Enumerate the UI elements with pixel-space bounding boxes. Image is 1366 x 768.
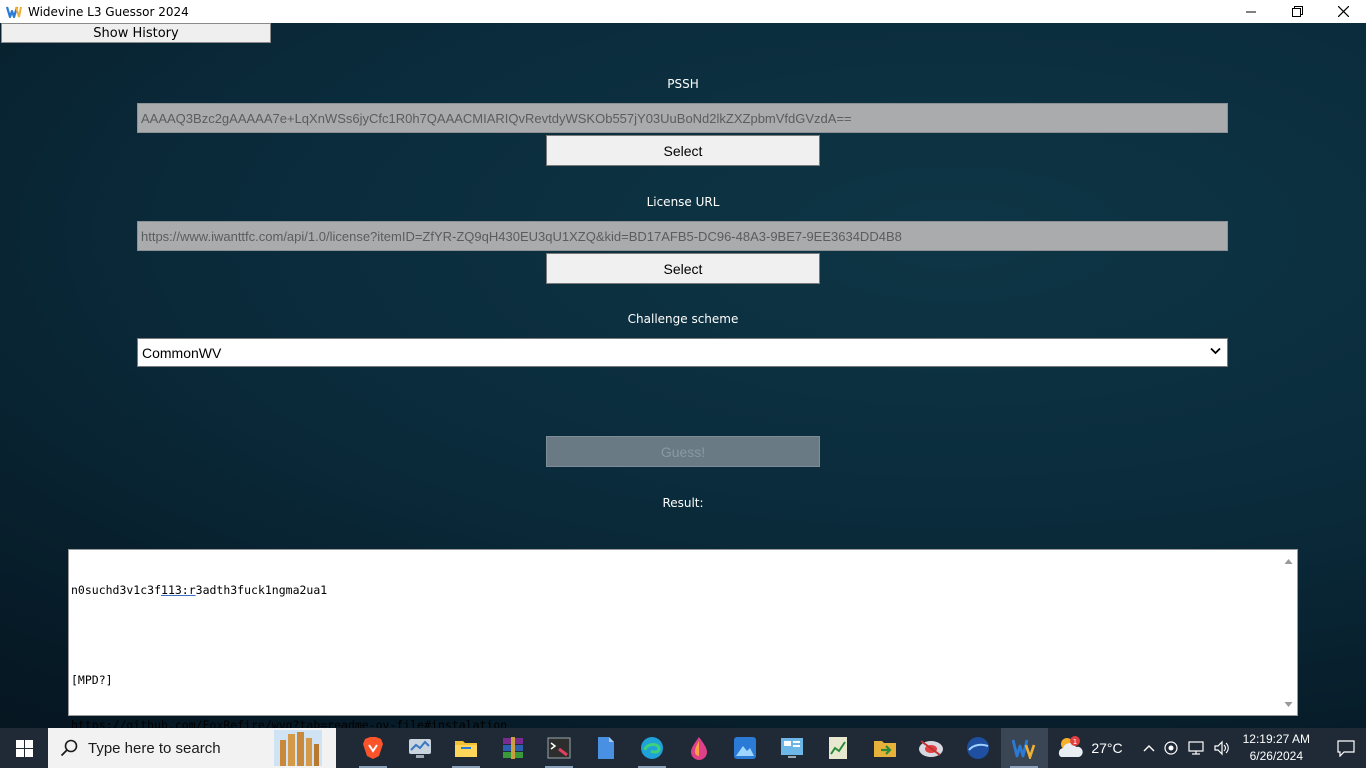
search-icon [60, 739, 78, 757]
result-text-underlined: 113:r [161, 583, 196, 597]
taskbar-app-terminal[interactable] [536, 728, 583, 768]
taskbar: Type here to search 1 27°C 12:19:27 AM 6… [0, 728, 1366, 768]
taskbar-app-spreadsheet[interactable] [815, 728, 862, 768]
taskbar-app-control-panel[interactable] [769, 728, 816, 768]
terminal-icon [547, 737, 571, 759]
close-icon [1337, 6, 1349, 17]
window-controls [1228, 0, 1366, 23]
winrar-icon [502, 737, 523, 759]
result-text-part: n0suchd3v1c3f [71, 583, 162, 597]
disk-tool-icon [919, 740, 944, 757]
widevine-guessor-icon [1012, 739, 1036, 759]
scroll-up-arrow-icon[interactable] [1284, 557, 1293, 566]
edge-browser-icon [641, 737, 664, 759]
widevine-app-icon [6, 6, 22, 18]
challenge-scheme-value: CommonWV [142, 344, 222, 361]
minimize-icon [1246, 11, 1256, 12]
speaker-icon[interactable] [1213, 740, 1231, 756]
weather-badge: 1 [1073, 738, 1077, 746]
result-label: Result: [662, 496, 704, 510]
result-textarea[interactable]: n0suchd3v1c3f113:r3adth3fuck1ngma2ua1 [M… [68, 549, 1298, 728]
challenge-scheme-select[interactable]: CommonWV [137, 338, 1228, 367]
taskbar-app-widevine-guessor[interactable] [1001, 728, 1048, 768]
meet-camera-icon[interactable] [1163, 740, 1179, 756]
taskbar-clock[interactable]: 12:19:27 AM 6/26/2024 [1243, 731, 1310, 765]
result-content: n0suchd3v1c3f113:r3adth3fuck1ngma2ua1 [M… [71, 553, 507, 728]
taskbar-app-disk-tool[interactable] [908, 728, 955, 768]
globe-icon [966, 737, 989, 759]
taskbar-app-winrar[interactable] [490, 728, 537, 768]
chevron-up-icon[interactable] [1143, 744, 1155, 752]
result-line: [MPD?] [71, 673, 113, 687]
restore-icon [1291, 6, 1303, 17]
scroll-down-arrow-icon[interactable] [1284, 700, 1293, 709]
chevron-down-icon [1210, 347, 1221, 355]
taskbar-apps [350, 728, 1048, 768]
pssh-select-button[interactable]: Select [546, 135, 820, 166]
taskbar-app-globe[interactable] [955, 728, 1002, 768]
photos-icon [734, 737, 757, 759]
taskbar-app-monitor[interactable] [397, 728, 444, 768]
search-highlight-icon [274, 730, 322, 766]
taskbar-app-document[interactable] [583, 728, 630, 768]
clock-date: 6/26/2024 [1249, 749, 1303, 763]
result-line: https://github.com/FoxRefire/wvg?tab=rea… [71, 718, 508, 728]
title-bar: Widevine L3 Guessor 2024 [0, 0, 1366, 23]
restore-button[interactable] [1274, 0, 1320, 23]
taskbar-app-paint[interactable] [676, 728, 723, 768]
spreadsheet-icon [829, 737, 848, 759]
taskbar-app-explorer[interactable] [443, 728, 490, 768]
notification-center-button[interactable] [1326, 739, 1366, 757]
window-title: Widevine L3 Guessor 2024 [28, 4, 189, 19]
app-client-area: Show History PSSH AAAAQ3Bzc2gAAAAA7e+LqX… [0, 23, 1366, 728]
brave-browser-icon [363, 737, 384, 759]
close-button[interactable] [1320, 0, 1366, 23]
license-url-label: License URL [646, 195, 720, 209]
taskbar-app-photos[interactable] [722, 728, 769, 768]
system-monitor-icon [408, 739, 431, 758]
pssh-field[interactable]: AAAAQ3Bzc2gAAAAA7e+LqXnWSs6jyCfc1R0h7QAA… [137, 103, 1228, 133]
result-line: n0suchd3v1c3f113:r3adth3fuck1ngma2ua1 [71, 583, 507, 598]
taskbar-app-brave[interactable] [350, 728, 397, 768]
partly-cloudy-icon: 1 [1059, 736, 1084, 757]
file-explorer-icon [455, 741, 478, 757]
taskbar-app-edge[interactable] [629, 728, 676, 768]
weather-widget[interactable]: 1 27°C [1055, 735, 1123, 761]
taskbar-search-box[interactable]: Type here to search [48, 728, 336, 768]
search-placeholder: Type here to search [88, 739, 221, 757]
taskbar-app-folder-tool[interactable] [862, 728, 909, 768]
tray-icons [1143, 740, 1231, 756]
windows-logo-icon [15, 739, 33, 757]
folder-arrow-icon [873, 741, 896, 757]
guess-button[interactable]: Guess! [546, 436, 820, 467]
show-history-button[interactable]: Show History [1, 23, 271, 43]
control-panel-icon [780, 738, 803, 758]
challenge-scheme-label: Challenge scheme [627, 312, 739, 326]
weather-temperature: 27°C [1091, 740, 1123, 756]
license-url-field[interactable]: https://www.iwanttfc.com/api/1.0/license… [137, 221, 1228, 251]
result-text-part: 3adth3fuck1ngma2ua1 [195, 583, 328, 597]
minimize-button[interactable] [1228, 0, 1274, 23]
paint-drop-icon [690, 737, 707, 760]
license-select-button[interactable]: Select [546, 253, 820, 284]
system-tray: 1 27°C 12:19:27 AM 6/26/2024 [1055, 728, 1366, 768]
result-line [71, 628, 507, 643]
pssh-label: PSSH [667, 77, 699, 91]
network-icon[interactable] [1187, 740, 1205, 756]
document-icon [597, 737, 614, 759]
notification-icon [1337, 739, 1355, 757]
start-button[interactable] [0, 728, 48, 768]
clock-time: 12:19:27 AM [1242, 732, 1310, 746]
